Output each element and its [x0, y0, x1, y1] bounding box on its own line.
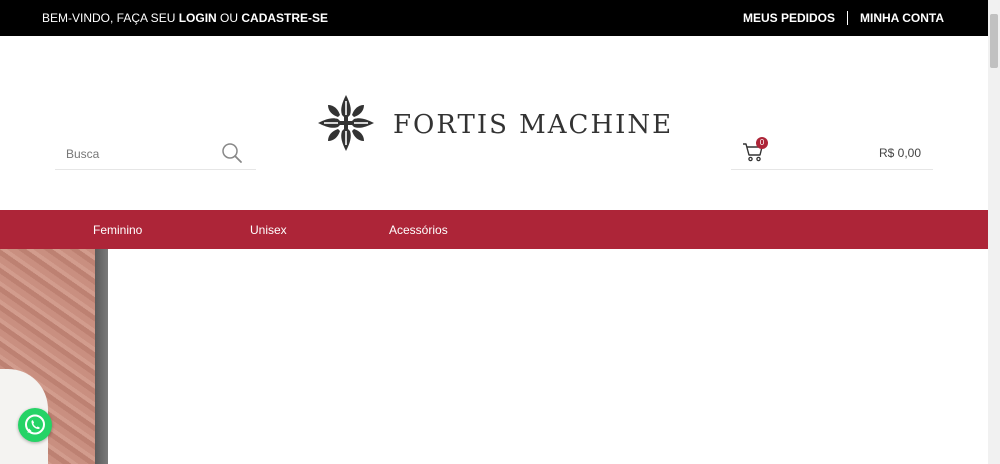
scrollbar-thumb[interactable] — [990, 14, 998, 68]
mini-cart[interactable]: 0 R$ 0,00 — [731, 137, 933, 170]
welcome-prefix: BEM-VINDO, FAÇA SEU — [42, 11, 179, 25]
vertical-scrollbar[interactable] — [988, 0, 1000, 464]
whatsapp-button[interactable] — [18, 408, 52, 442]
site-logo[interactable]: FORTIS MACHINE — [316, 92, 673, 154]
search-icon[interactable] — [221, 142, 243, 164]
search-input[interactable] — [55, 142, 215, 166]
welcome-or: OU — [216, 11, 242, 25]
hero-banner-image[interactable] — [0, 249, 108, 464]
account-links: MEUS PEDIDOS MINHA CONTA — [743, 11, 944, 25]
search-box — [55, 142, 256, 170]
cross-emblem-icon — [318, 95, 374, 151]
brand-name: FORTIS MACHINE — [393, 110, 674, 140]
cart-count-badge: 0 — [756, 137, 768, 149]
my-orders-link[interactable]: MEUS PEDIDOS — [743, 11, 835, 25]
my-account-link[interactable]: MINHA CONTA — [860, 11, 944, 25]
site-header: FORTIS MACHINE 0 R$ 0,00 — [0, 36, 988, 210]
page: BEM-VINDO, FAÇA SEU LOGIN OU CADASTRE-SE… — [0, 0, 1000, 464]
nav-item-unisex[interactable]: Unisex — [250, 223, 287, 237]
main-nav: Feminino Unisex Acessórios — [0, 210, 988, 249]
register-link[interactable]: CADASTRE-SE — [241, 11, 328, 25]
cart-total: R$ 0,00 — [878, 146, 921, 160]
divider — [847, 11, 848, 25]
whatsapp-icon — [25, 414, 45, 435]
top-bar: BEM-VINDO, FAÇA SEU LOGIN OU CADASTRE-SE… — [0, 0, 988, 36]
login-link[interactable]: LOGIN — [179, 11, 217, 25]
nav-item-acessorios[interactable]: Acessórios — [389, 223, 448, 237]
welcome-message: BEM-VINDO, FAÇA SEU LOGIN OU CADASTRE-SE — [42, 11, 328, 25]
nav-item-feminino[interactable]: Feminino — [93, 223, 142, 237]
